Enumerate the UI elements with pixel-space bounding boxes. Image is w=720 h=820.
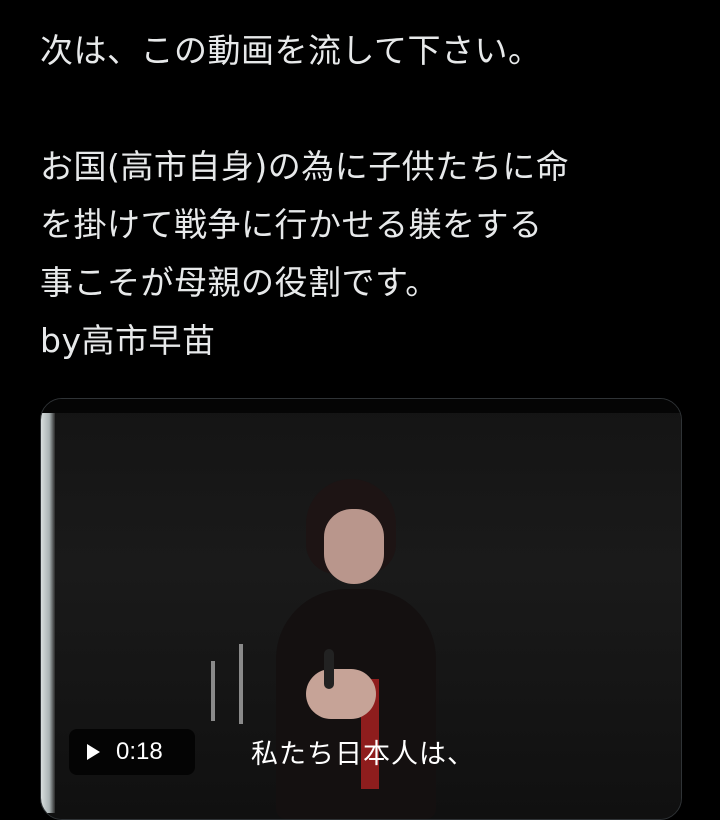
mic-stand bbox=[211, 661, 215, 721]
post-text-spacer bbox=[40, 80, 700, 138]
microphone bbox=[324, 649, 334, 689]
post-text-line: を掛けて戦争に行かせる躾をする bbox=[40, 205, 543, 244]
video-subtitle: 私たち日本人は、 bbox=[251, 739, 475, 770]
post-text-line: お国(高市自身)の為に子供たちに命 bbox=[40, 147, 570, 186]
video-bright-edge bbox=[41, 413, 55, 813]
post-text-line: 次は、この動画を流して下さい。 bbox=[40, 31, 542, 70]
post-text: 次は、この動画を流して下さい。 お国(高市自身)の為に子供たちに命 を掛けて戦争… bbox=[40, 22, 700, 370]
video-card[interactable]: 私たち日本人は、 0:18 bbox=[40, 398, 682, 820]
post-text-line: 事こそが母親の役割です。 bbox=[40, 263, 439, 302]
video-frame[interactable]: 私たち日本人は、 0:18 bbox=[41, 399, 681, 819]
speaker-hands bbox=[306, 669, 376, 719]
video-duration: 0:18 bbox=[116, 738, 163, 765]
post-text-line: by高市早苗 bbox=[40, 321, 216, 360]
speaker-face bbox=[324, 509, 384, 584]
play-icon[interactable] bbox=[87, 744, 100, 760]
play-duration-button[interactable]: 0:18 bbox=[69, 729, 195, 775]
video-top-band bbox=[41, 399, 681, 413]
mic-stand bbox=[239, 644, 243, 724]
